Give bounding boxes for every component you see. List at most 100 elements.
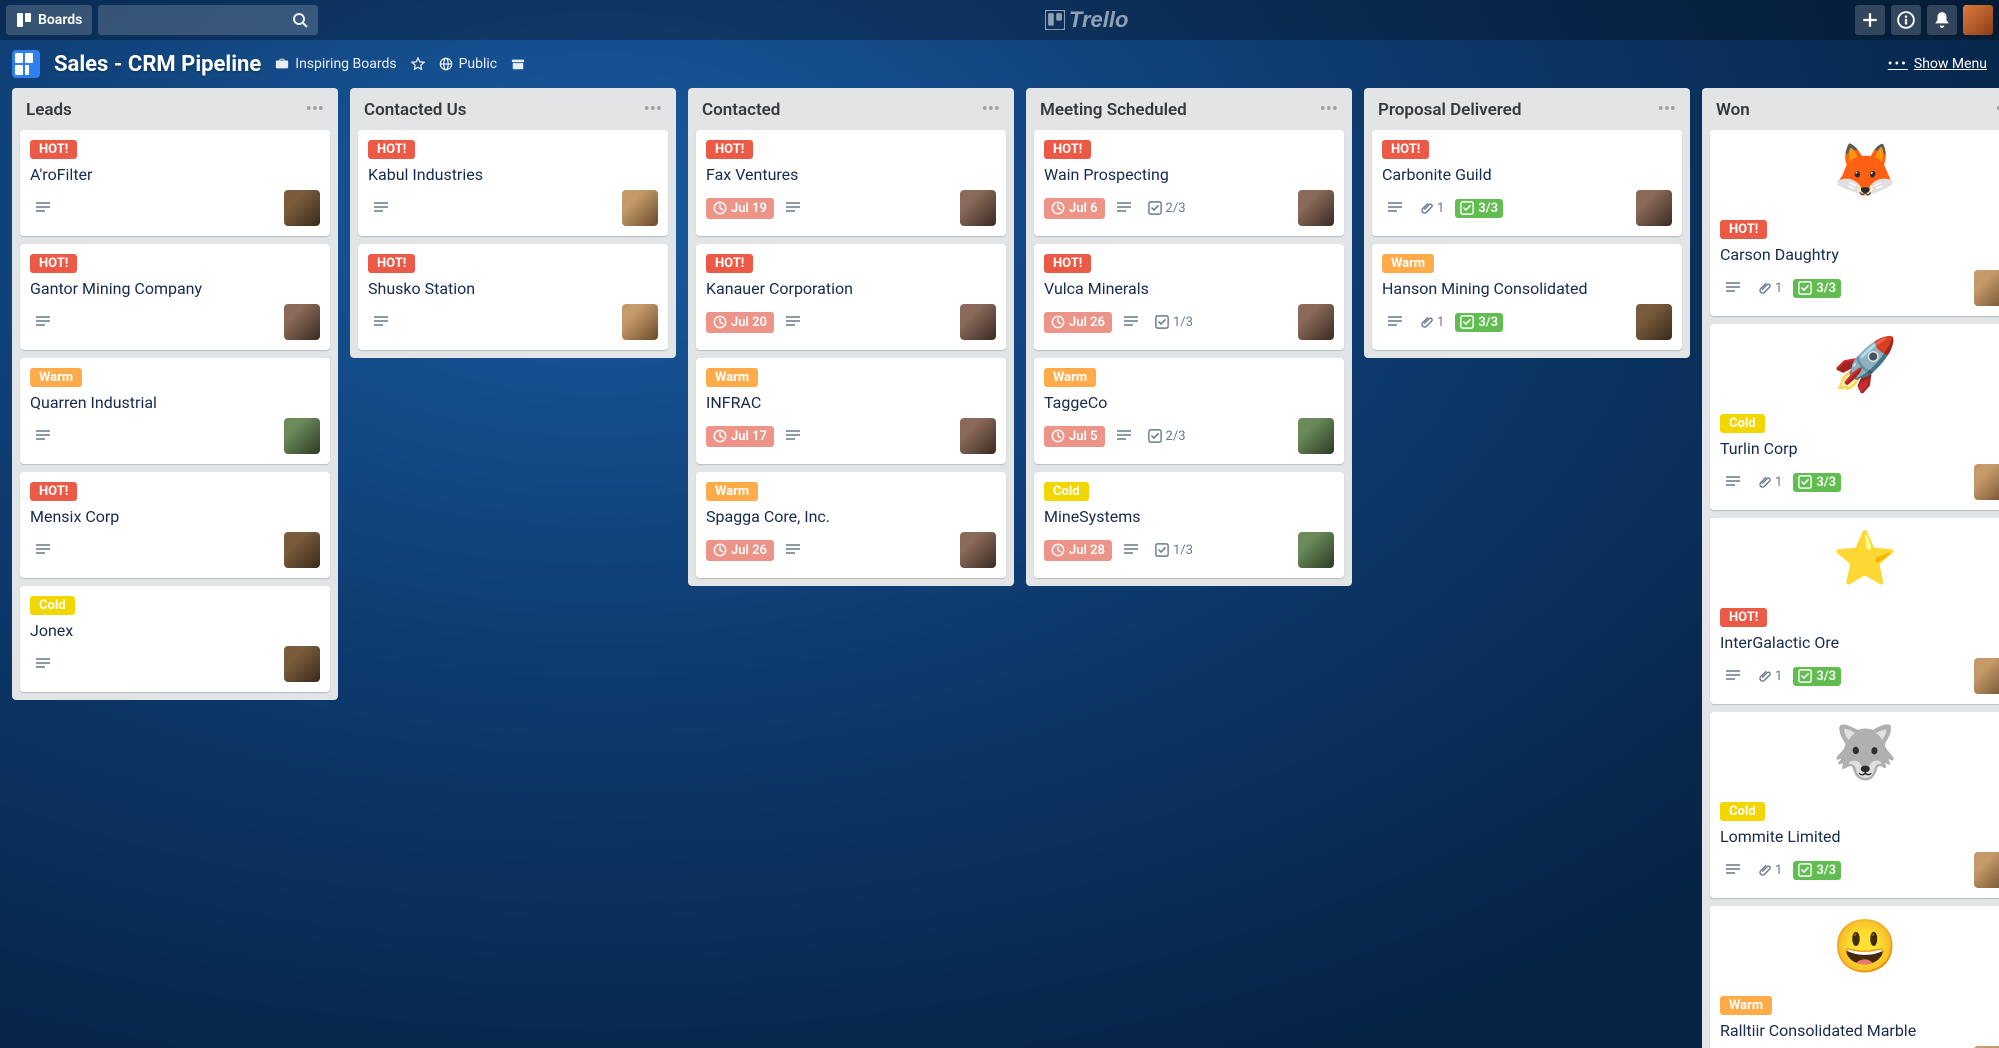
card[interactable]: WarmINFRACJul 17 <box>696 358 1006 464</box>
trello-logo[interactable]: Trello <box>1045 7 1129 33</box>
card-label: HOT! <box>30 254 77 273</box>
list-menu-button[interactable]: ••• <box>1658 107 1676 113</box>
card[interactable]: HOT!Kabul Industries <box>358 130 668 236</box>
create-button[interactable] <box>1855 5 1885 35</box>
list-title[interactable]: Proposal Delivered <box>1378 100 1521 120</box>
list-title[interactable]: Contacted <box>702 100 780 120</box>
list-title[interactable]: Leads <box>26 100 72 120</box>
card[interactable]: WarmHanson Mining Consolidated13/3 <box>1372 244 1682 350</box>
description-icon <box>1720 278 1746 298</box>
card[interactable]: ⭐HOT!InterGalactic Ore13/3 <box>1710 518 1999 704</box>
card-member-avatar[interactable] <box>284 304 320 340</box>
card-member-avatar[interactable] <box>1636 190 1672 226</box>
card-cover: 🚀 <box>1710 324 1999 404</box>
card-member-avatar[interactable] <box>284 532 320 568</box>
card[interactable]: ColdJonex <box>20 586 330 692</box>
card-member-avatar[interactable] <box>1974 658 1999 694</box>
description-icon <box>1111 198 1137 218</box>
card-member-avatar[interactable] <box>1298 418 1334 454</box>
card-title: Turlin Corp <box>1720 439 1999 458</box>
list-menu-button[interactable]: ••• <box>644 107 662 113</box>
card[interactable]: HOT!Mensix Corp <box>20 472 330 578</box>
list-title[interactable]: Contacted Us <box>364 100 467 120</box>
due-badge: Jul 19 <box>706 198 774 219</box>
card[interactable]: HOT!Vulca MineralsJul 261/3 <box>1034 244 1344 350</box>
card-label: Cold <box>1720 802 1765 821</box>
card-member-avatar[interactable] <box>1298 532 1334 568</box>
card[interactable]: HOT!Shusko Station <box>358 244 668 350</box>
card[interactable]: HOT!Wain ProspectingJul 62/3 <box>1034 130 1344 236</box>
card-title: MineSystems <box>1044 507 1334 526</box>
card-member-avatar[interactable] <box>284 646 320 682</box>
list-menu-button[interactable]: ••• <box>982 107 1000 113</box>
trello-logo-icon <box>1045 10 1065 30</box>
card-member-avatar[interactable] <box>1974 270 1999 306</box>
inspiring-boards-link[interactable]: Inspiring Boards <box>275 56 396 72</box>
card-title: Kanauer Corporation <box>706 279 996 298</box>
notifications-button[interactable] <box>1927 5 1957 35</box>
checklist-badge: 1/3 <box>1150 313 1198 332</box>
user-avatar[interactable] <box>1963 5 1993 35</box>
attachment-badge: 1 <box>1414 313 1449 332</box>
card-member-avatar[interactable] <box>1636 304 1672 340</box>
trello-logo-text: Trello <box>1069 7 1129 33</box>
card[interactable]: 🚀ColdTurlin Corp13/3 <box>1710 324 1999 510</box>
card-member-avatar[interactable] <box>960 418 996 454</box>
card-label: Warm <box>706 482 758 501</box>
info-button[interactable] <box>1891 5 1921 35</box>
checklist-badge: 2/3 <box>1143 199 1191 218</box>
card-label: HOT! <box>30 482 77 501</box>
card[interactable]: HOT!Fax VenturesJul 19 <box>696 130 1006 236</box>
card[interactable]: 🦊HOT!Carson Daughtry13/3 <box>1710 130 1999 316</box>
card-member-avatar[interactable] <box>960 532 996 568</box>
list-menu-button[interactable]: ••• <box>306 107 324 113</box>
card-member-avatar[interactable] <box>1974 852 1999 888</box>
list-menu-button[interactable]: ••• <box>1320 107 1338 113</box>
card-title: Gantor Mining Company <box>30 279 320 298</box>
card-member-avatar[interactable] <box>284 418 320 454</box>
card-title: TaggeCo <box>1044 393 1334 412</box>
card-label: HOT! <box>1044 254 1091 273</box>
description-icon <box>1118 540 1144 560</box>
card-member-avatar[interactable] <box>1974 464 1999 500</box>
card[interactable]: HOT!Carbonite Guild13/3 <box>1372 130 1682 236</box>
show-menu-button[interactable]: ••• Show Menu <box>1888 56 1987 72</box>
card[interactable]: WarmQuarren Industrial <box>20 358 330 464</box>
card[interactable]: HOT! Gantor Mining Company <box>20 244 330 350</box>
card-member-avatar[interactable] <box>960 304 996 340</box>
star-icon <box>411 57 425 71</box>
due-badge: Jul 28 <box>1044 540 1112 561</box>
search-input[interactable] <box>98 5 318 35</box>
card-member-avatar[interactable] <box>960 190 996 226</box>
star-button[interactable] <box>411 57 425 71</box>
list-title[interactable]: Meeting Scheduled <box>1040 100 1187 120</box>
plus-icon <box>1861 11 1879 29</box>
due-badge: Jul 5 <box>1044 426 1105 447</box>
card-member-avatar[interactable] <box>622 190 658 226</box>
card[interactable]: ColdMineSystemsJul 281/3 <box>1034 472 1344 578</box>
boards-icon <box>16 12 32 28</box>
visibility-button[interactable]: Public <box>439 56 498 72</box>
card-member-avatar[interactable] <box>1298 190 1334 226</box>
card[interactable]: WarmTaggeCoJul 52/3 <box>1034 358 1344 464</box>
card[interactable]: HOT!Kanauer CorporationJul 20 <box>696 244 1006 350</box>
card[interactable]: HOT!A'roFilter <box>20 130 330 236</box>
board-canvas[interactable]: Leads ••• HOT!A'roFilter HOT! Gantor Mining … <box>0 88 1999 1048</box>
due-badge: Jul 20 <box>706 312 774 333</box>
list-title[interactable]: Won <box>1716 100 1750 120</box>
briefcase-icon <box>275 57 289 71</box>
card-label: HOT! <box>706 140 753 159</box>
card[interactable]: 😃WarmRalltiir Consolidated Marble13/3 <box>1710 906 1999 1048</box>
archive-button[interactable] <box>511 57 525 71</box>
card-member-avatar[interactable] <box>1298 304 1334 340</box>
attachment-badge: 1 <box>1752 667 1787 686</box>
card-member-avatar[interactable] <box>622 304 658 340</box>
boards-button[interactable]: Boards <box>6 5 92 35</box>
description-icon <box>1118 312 1144 332</box>
list: Won•••🦊HOT!Carson Daughtry13/3🚀ColdTurli… <box>1702 88 1999 1048</box>
attachment-badge: 1 <box>1414 199 1449 218</box>
card-member-avatar[interactable] <box>284 190 320 226</box>
card[interactable]: WarmSpagga Core, Inc.Jul 26 <box>696 472 1006 578</box>
board-title[interactable]: Sales - CRM Pipeline <box>54 52 261 77</box>
card[interactable]: 🐺ColdLommite Limited13/3 <box>1710 712 1999 898</box>
